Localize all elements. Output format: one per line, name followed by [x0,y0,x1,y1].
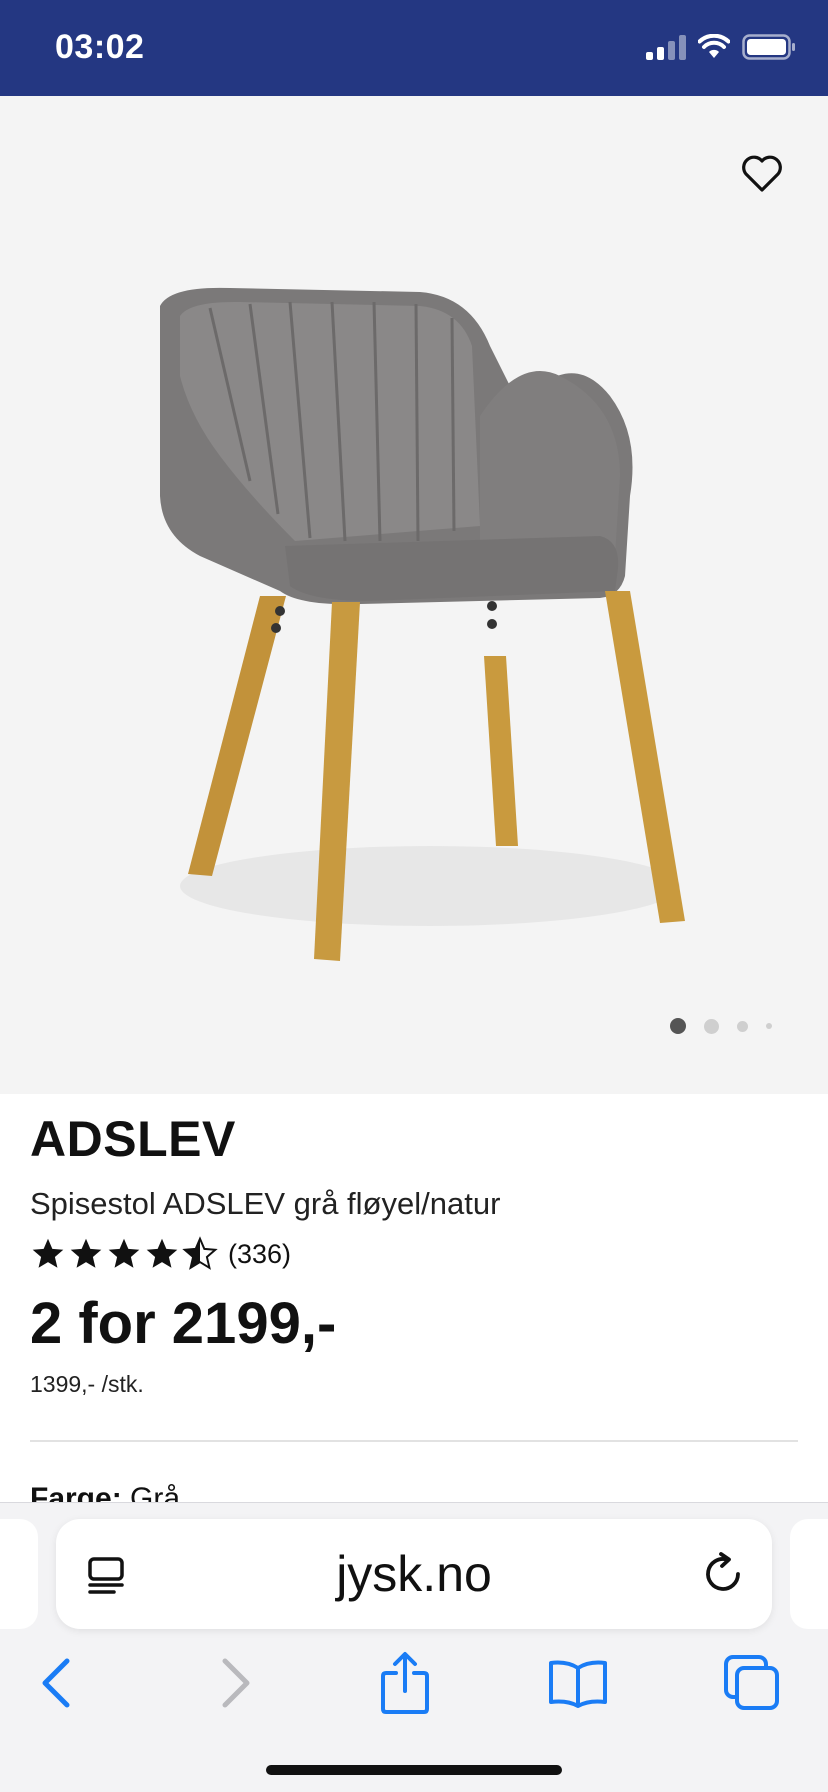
status-icons [646,34,796,60]
cellular-signal-icon [646,34,686,60]
address-bar[interactable]: jysk.no [56,1519,772,1629]
tabs-icon [724,1655,779,1710]
wifi-icon [698,34,730,58]
star-icon [70,1238,102,1268]
product-description: Spisestol ADSLEV grå fløyel/natur [30,1186,501,1221]
bookmarks-button[interactable] [546,1651,610,1715]
divider [30,1440,798,1442]
next-tab-peek[interactable] [790,1519,828,1629]
rating-row[interactable]: (336) [30,1236,800,1272]
product-image-carousel[interactable] [0,96,828,1094]
unit-price: 1399,- /stk. [30,1371,144,1397]
share-icon [381,1652,429,1714]
back-chevron-icon [42,1658,70,1708]
tabs-button[interactable] [720,1651,784,1715]
bookmarks-icon [549,1660,607,1708]
back-button[interactable] [24,1651,88,1715]
carousel-dot[interactable] [766,1023,772,1029]
product-info: ADSLEV Spisestol ADSLEV grå fløyel/natur… [30,1110,800,1398]
carousel-dot[interactable] [737,1020,748,1032]
reload-icon[interactable] [700,1551,746,1597]
carousel-dot[interactable] [704,1018,719,1034]
carousel-dots [670,1018,772,1034]
forward-button[interactable] [204,1651,268,1715]
heart-outline-icon[interactable] [740,154,784,194]
star-icon [32,1238,64,1268]
status-time: 03:02 [55,28,145,66]
share-button[interactable] [373,1651,437,1715]
status-bar: 03:02 [0,0,828,96]
review-count[interactable]: (336) [228,1239,291,1270]
forward-chevron-icon [222,1658,250,1708]
home-indicator [266,1765,562,1775]
product-image [160,287,685,961]
browser-chrome: jysk.no [0,1502,828,1792]
browser-toolbar [0,1643,828,1723]
carousel-dot[interactable] [670,1018,686,1034]
rating-stars [30,1236,218,1272]
star-icon [108,1238,140,1268]
star-half-icon [182,1236,218,1270]
battery-icon [742,34,795,60]
previous-tab-peek[interactable] [0,1519,38,1629]
product-price: 2 for 2199,- [30,1291,337,1356]
star-icon [146,1238,178,1268]
product-name: ADSLEV [30,1111,236,1167]
url-text[interactable]: jysk.no [56,1545,772,1603]
